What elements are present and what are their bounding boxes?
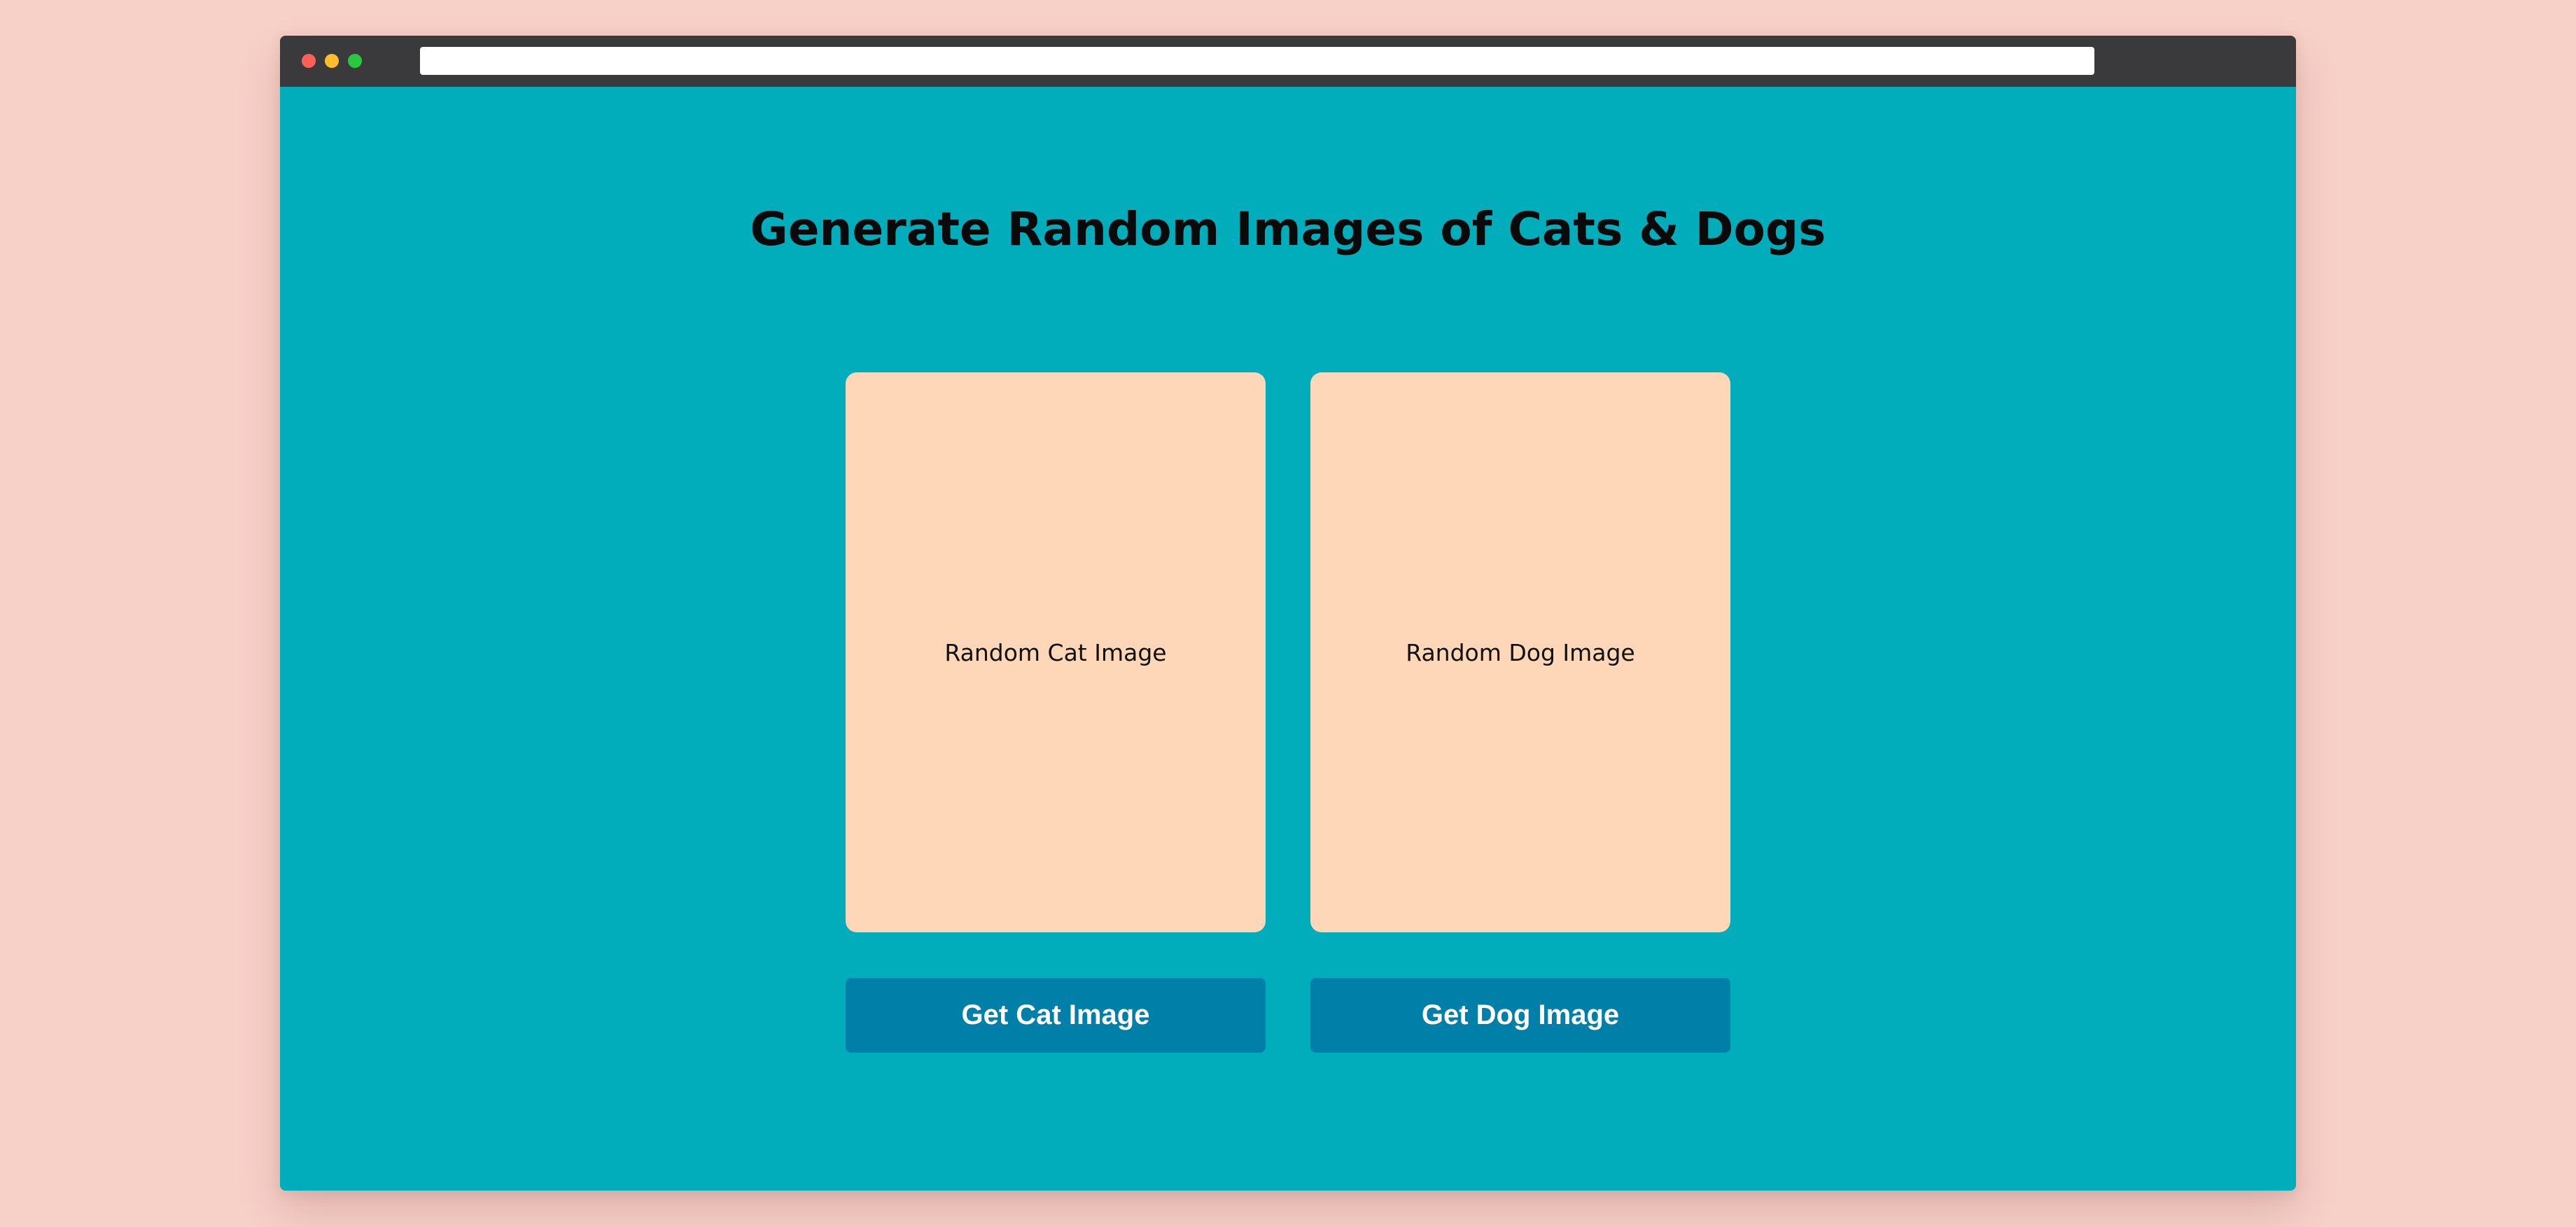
- get-dog-image-button[interactable]: Get Dog Image: [1310, 978, 1730, 1053]
- dog-image-card: Random Dog Image: [1310, 372, 1730, 932]
- get-cat-image-button[interactable]: Get Cat Image: [846, 978, 1266, 1053]
- address-bar-input[interactable]: [420, 47, 2094, 75]
- maximize-window-icon[interactable]: [348, 54, 362, 68]
- cat-image-placeholder: Random Cat Image: [944, 638, 1167, 666]
- browser-window: Generate Random Images of Cats & Dogs Ra…: [280, 36, 2296, 1191]
- cat-image-card: Random Cat Image: [846, 372, 1266, 932]
- dog-image-placeholder: Random Dog Image: [1406, 638, 1635, 666]
- page-title: Generate Random Images of Cats & Dogs: [750, 202, 1826, 256]
- page-content: Generate Random Images of Cats & Dogs Ra…: [280, 87, 2296, 1191]
- browser-titlebar: [280, 36, 2296, 87]
- close-window-icon[interactable]: [302, 54, 316, 68]
- minimize-window-icon[interactable]: [325, 54, 339, 68]
